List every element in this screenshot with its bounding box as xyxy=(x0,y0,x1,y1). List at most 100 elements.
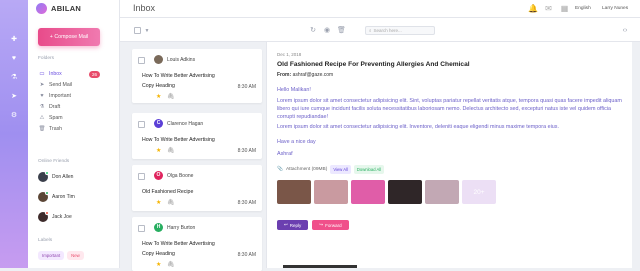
labels-heading: Labels xyxy=(38,238,53,243)
email-sender: Louis Adkins xyxy=(154,55,195,64)
sidebar: ABILAN + Compose Mail Folders ▭ Inbox 26 ➤ S… xyxy=(28,0,120,268)
friend-item[interactable]: Aaron Tim xyxy=(38,191,75,203)
email-card[interactable]: Louis Adkins How To Write Better Advertis… xyxy=(132,49,262,103)
search-placeholder: Search here... xyxy=(373,28,402,33)
user-name[interactable]: Larry Nunes xyxy=(602,6,628,11)
trash-icon[interactable]: 🗑 xyxy=(337,27,346,35)
email-card[interactable]: C Clarence Hagan How To Write Better Adver… xyxy=(132,113,262,159)
sidebar-item-inbox[interactable]: ▭ Inbox 26 xyxy=(38,69,100,79)
email-card[interactable]: O Olga Boone Old Fashioned Recipe ★ 🖇 8:30 AM xyxy=(132,165,262,211)
sender-avatar: O xyxy=(154,171,163,180)
paperclip-icon: 🖇 xyxy=(167,94,175,100)
brand: ABILAN xyxy=(36,3,81,14)
sidebar-item-important[interactable]: ♥ Important xyxy=(38,91,100,101)
message-from: From: ashraf@gaze.com xyxy=(277,72,333,78)
icon-rail: ✚ ♥ ⚗ ➤ ⚙ xyxy=(0,0,28,268)
email-checkbox[interactable] xyxy=(138,225,145,232)
attachment-photo-3[interactable] xyxy=(351,180,385,204)
heart-icon[interactable]: ♥ xyxy=(9,55,19,63)
email-time: 8:30 AM xyxy=(237,84,256,90)
more-attachments-tile[interactable]: 20+ xyxy=(462,180,496,204)
select-all-checkbox[interactable] xyxy=(134,27,141,34)
message-paragraph-1: Lorem ipsum dolor sit amet consectetur a… xyxy=(277,98,622,120)
sidebar-item-send-mail[interactable]: ➤ Send Mail xyxy=(38,80,100,90)
email-subject: Copy Heading xyxy=(142,251,175,257)
message-actions: ↩ Reply ↪ Forward xyxy=(277,220,349,230)
attachment-photo-5[interactable] xyxy=(425,180,459,204)
reply-button[interactable]: ↩ Reply xyxy=(277,220,309,230)
star-icon[interactable]: ★ xyxy=(156,261,161,268)
status-dot xyxy=(45,171,49,175)
message-paragraph-2: Lorem ipsum dolor sit amet consectetur a… xyxy=(277,124,559,130)
friend-name: Jack Joe xyxy=(52,214,72,220)
sender-name: Olga Boone xyxy=(167,172,194,179)
paperclip-icon: 🖇 xyxy=(167,148,175,154)
code-icon[interactable]: ‹› xyxy=(621,27,629,35)
friend-item[interactable]: Jack Joe xyxy=(38,211,72,223)
gear-icon[interactable]: ⚙ xyxy=(9,112,19,120)
label-new[interactable]: New xyxy=(67,251,84,260)
sidebar-item-spam[interactable]: ⚠ Spam xyxy=(38,113,100,123)
email-sender: O Olga Boone xyxy=(154,171,193,180)
email-time: 8:30 AM xyxy=(237,252,256,258)
eye-icon[interactable]: ◉ xyxy=(323,27,331,35)
avatar xyxy=(38,191,49,202)
sender-avatar: H xyxy=(154,223,163,232)
logo-icon xyxy=(36,3,47,14)
brand-name: ABILAN xyxy=(51,4,82,13)
forward-label: Forward xyxy=(325,222,342,228)
labels-list: Important New xyxy=(38,251,84,260)
email-subject: Old Fashioned Recipe xyxy=(142,189,194,195)
email-subject: How To Write Better Advertising xyxy=(142,137,215,143)
sidebar-item-trash[interactable]: 🗑 Trash xyxy=(38,124,100,134)
send-icon[interactable]: ➤ xyxy=(9,93,19,101)
mail-toolbar: ▼ ↻ ◉ 🗑 ⌕ Search here... ‹› xyxy=(120,18,640,42)
friend-item[interactable]: Don Allen xyxy=(38,171,73,183)
search-input[interactable]: ⌕ Search here... xyxy=(365,26,435,35)
from-label: From: xyxy=(277,72,293,78)
status-dot xyxy=(45,211,49,215)
plus-icon[interactable]: ✚ xyxy=(9,36,19,44)
page-title: Inbox xyxy=(133,3,156,13)
sidebar-item-label: Important xyxy=(49,93,71,99)
avatar xyxy=(38,171,49,182)
flask-icon[interactable]: ⚗ xyxy=(9,74,19,82)
view-all-button[interactable]: View All xyxy=(330,165,351,174)
attachment-photo-2[interactable] xyxy=(314,180,348,204)
attachment-photo-1[interactable] xyxy=(277,180,311,204)
label-important[interactable]: Important xyxy=(38,251,65,260)
flask-icon: ⚗ xyxy=(39,104,45,110)
refresh-icon[interactable]: ↻ xyxy=(309,27,317,35)
sender-avatar xyxy=(154,55,163,64)
compose-mail-button[interactable]: + Compose Mail xyxy=(38,28,100,46)
email-subject: How To Write Better Advertising xyxy=(142,241,215,247)
folders-heading: Folders xyxy=(38,56,54,61)
email-checkbox[interactable] xyxy=(138,173,145,180)
attachment-label: Attachment (09MB) xyxy=(285,167,328,172)
attachment-photo-4[interactable] xyxy=(388,180,422,204)
grid-icon[interactable]: ▦ xyxy=(560,4,569,13)
download-all-button[interactable]: Download All xyxy=(353,165,385,174)
language-selector[interactable]: English xyxy=(575,6,591,11)
star-icon[interactable]: ★ xyxy=(156,93,161,100)
mail-icon[interactable]: ✉ xyxy=(544,4,553,13)
message-subject: Old Fashioned Recipe For Preventing Alle… xyxy=(277,61,470,68)
forward-button[interactable]: ↪ Forward xyxy=(312,220,349,230)
star-icon[interactable]: ★ xyxy=(156,147,161,154)
message-pane: Dec 1, 2018 Old Fashioned Recipe For Pre… xyxy=(266,42,632,268)
sidebar-item-draft[interactable]: ⚗ Draft xyxy=(38,102,100,112)
star-icon[interactable]: ★ xyxy=(156,199,161,206)
sidebar-item-label: Send Mail xyxy=(49,82,73,88)
unread-count-badge: 26 xyxy=(88,70,100,78)
email-checkbox[interactable] xyxy=(138,121,145,128)
chevron-down-icon[interactable]: ▼ xyxy=(143,27,151,35)
email-checkbox[interactable] xyxy=(138,57,145,64)
inbox-icon: ▭ xyxy=(39,71,45,77)
status-dot xyxy=(45,191,49,195)
sender-name: Clarence Hagan xyxy=(167,120,204,127)
bell-icon[interactable]: 🔔 xyxy=(528,4,538,13)
email-card[interactable]: H Harry Burton How To Write Better Adverti… xyxy=(132,217,262,271)
from-address[interactable]: ashraf@gaze.com xyxy=(293,72,334,78)
message-closing: Have a nice day xyxy=(277,139,316,145)
email-time: 8:30 AM xyxy=(237,148,256,154)
